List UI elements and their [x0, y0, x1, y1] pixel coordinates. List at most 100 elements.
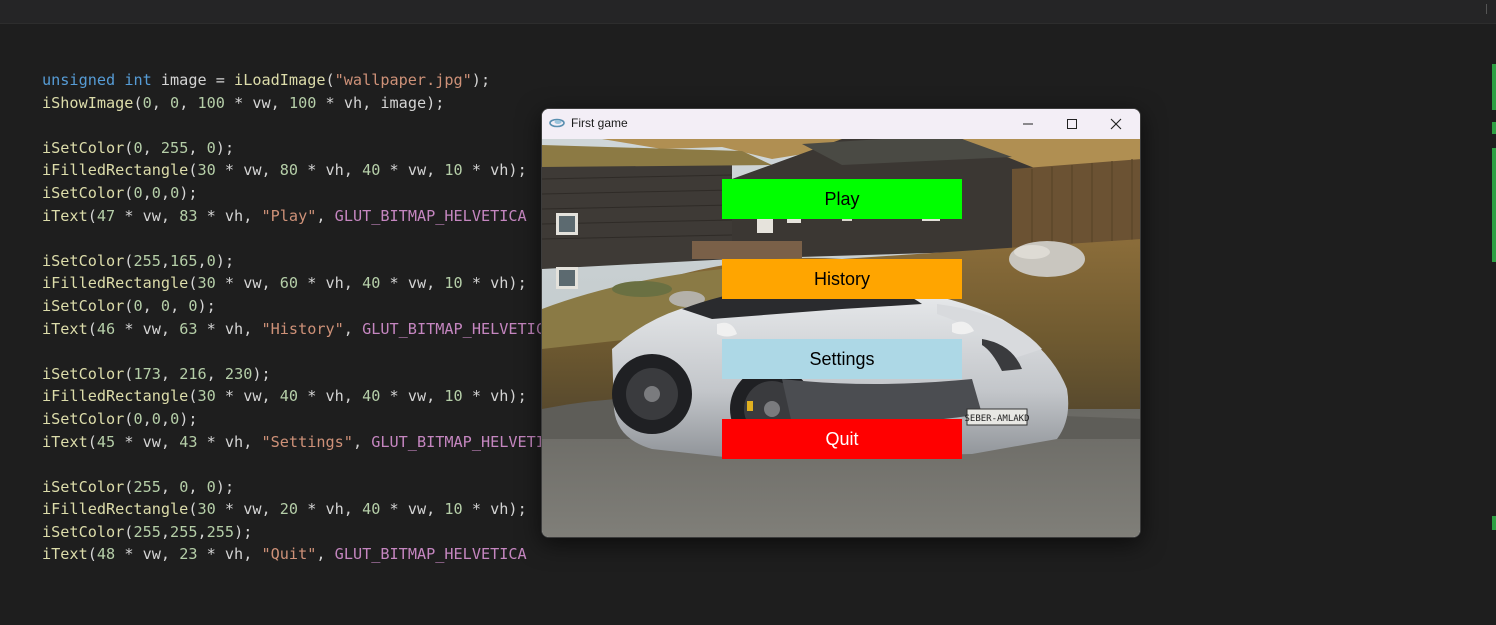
minimize-button[interactable] — [1006, 109, 1050, 139]
code-token: , — [160, 183, 171, 202]
code-line[interactable] — [42, 340, 563, 363]
code-line[interactable] — [42, 453, 563, 476]
code-token: iText — [42, 319, 88, 338]
code-token: 0 — [151, 183, 161, 202]
code-line[interactable]: iSetColor(0, 255, 0); — [42, 137, 563, 160]
settings-button[interactable]: Settings — [722, 339, 962, 379]
code-token: , — [206, 364, 225, 383]
code-token: ); — [234, 522, 253, 541]
code-line[interactable]: iFilledRectangle(30 * vw, 60 * vh, 40 * … — [42, 272, 563, 295]
code-token: * vh); — [462, 387, 527, 406]
code-token: 100 — [197, 93, 225, 112]
code-line[interactable] — [42, 114, 563, 137]
code-line[interactable]: iShowImage(0, 0, 100 * vw, 100 * vh, ima… — [42, 92, 563, 115]
close-button[interactable] — [1094, 109, 1138, 139]
code-token: * vh, — [298, 387, 363, 406]
code-token: 255 — [133, 522, 161, 541]
code-line[interactable]: iSetColor(255,165,0); — [42, 250, 563, 273]
code-token: * vw, — [215, 274, 280, 293]
code-token: GLUT_BITMAP_HELVETICA — [334, 545, 527, 564]
code-line[interactable]: unsigned int image = iLoadImage("wallpap… — [42, 69, 563, 92]
game-window[interactable]: First game SEBER-AMLAKD Play History Set… — [541, 108, 1141, 538]
code-token: "wallpaper.jpg" — [334, 71, 472, 89]
code-token: 30 — [197, 500, 216, 519]
code-token: iShowImage — [42, 93, 134, 112]
code-token: , — [197, 522, 207, 541]
code-token: ); — [179, 183, 198, 202]
code-token: * vh, image); — [316, 93, 445, 112]
code-token: , — [160, 522, 171, 541]
code-token: , — [142, 183, 152, 202]
code-line[interactable]: iFilledRectangle(30 * vw, 40 * vh, 40 * … — [42, 385, 563, 408]
svg-text:SEBER-AMLAKD: SEBER-AMLAKD — [964, 414, 1029, 424]
code-token: 0 — [160, 296, 171, 315]
code-line[interactable]: iFilledRectangle(30 * vw, 20 * vh, 40 * … — [42, 498, 563, 521]
code-token: ); — [179, 409, 198, 428]
code-line[interactable]: iText(47 * vw, 83 * vh, "Play", GLUT_BIT… — [42, 205, 563, 228]
code-token: unsigned — [42, 71, 116, 89]
code-token: * vw, — [380, 387, 445, 406]
game-canvas[interactable]: SEBER-AMLAKD Play History Settings Quit — [542, 139, 1140, 537]
code-token: 0 — [179, 477, 189, 496]
code-token: iSetColor — [42, 522, 125, 541]
code-token: , — [142, 138, 161, 157]
code-line[interactable]: iSetColor(173, 216, 230); — [42, 363, 563, 386]
code-line[interactable]: iSetColor(255,255,255); — [42, 521, 563, 544]
code-line[interactable]: iSetColor(0,0,0); — [42, 408, 563, 431]
history-button[interactable]: History — [722, 259, 962, 299]
code-line[interactable]: iSetColor(0,0,0); — [42, 182, 563, 205]
code-token: ( — [325, 71, 335, 89]
code-token: * vw, — [380, 161, 445, 180]
change-marker — [1492, 148, 1496, 262]
code-token: * vw, — [380, 274, 445, 293]
code-token: * vh, — [197, 206, 262, 225]
code-token: GLUT_BITMAP_HELVETICA — [362, 319, 555, 338]
code-token: * vh, — [197, 432, 262, 451]
code-token: 83 — [179, 206, 198, 225]
code-line[interactable]: iText(46 * vw, 63 * vh, "History", GLUT_… — [42, 318, 563, 341]
code-line[interactable] — [42, 227, 563, 250]
code-line[interactable]: iText(48 * vw, 23 * vh, "Quit", GLUT_BIT… — [42, 543, 563, 566]
code-line[interactable]: iFilledRectangle(30 * vw, 80 * vh, 40 * … — [42, 159, 563, 182]
code-token: 40 — [362, 274, 381, 293]
change-marker — [1492, 122, 1496, 134]
code-token: iSetColor — [42, 409, 125, 428]
code-token: 48 — [96, 545, 116, 564]
code-token: 40 — [362, 161, 381, 180]
code-token: 10 — [444, 161, 463, 180]
code-token: * vh, — [197, 319, 262, 338]
change-marker — [1492, 64, 1496, 110]
quit-button[interactable]: Quit — [722, 419, 962, 459]
code-token: 165 — [170, 251, 198, 270]
code-token: * vh, — [298, 274, 363, 293]
code-token: iFilledRectangle — [42, 274, 189, 293]
code-token: , — [142, 296, 161, 315]
scrollbar-markers[interactable] — [1490, 64, 1496, 624]
code-token: * vw, — [115, 545, 180, 564]
code-token: , — [352, 432, 372, 451]
code-token: 40 — [362, 387, 381, 406]
code-token: iFilledRectangle — [42, 161, 189, 180]
code-token: ); — [215, 251, 235, 270]
code-token: * vh); — [462, 274, 527, 293]
code-token: iSetColor — [42, 138, 125, 157]
code-token: 0 — [133, 409, 143, 428]
maximize-button[interactable] — [1050, 109, 1094, 139]
code-token: 255 — [160, 138, 189, 157]
code-text[interactable]: unsigned int image = iLoadImage("wallpap… — [42, 69, 563, 566]
code-line[interactable]: iSetColor(255, 0, 0); — [42, 476, 563, 499]
code-line[interactable]: iSetColor(0, 0, 0); — [42, 295, 563, 318]
code-token: , — [151, 93, 171, 112]
window-titlebar[interactable]: First game — [542, 109, 1140, 139]
code-token: 60 — [279, 274, 299, 293]
code-token: "Settings" — [261, 432, 353, 451]
code-token: 40 — [362, 500, 381, 519]
code-token: 0 — [133, 183, 143, 202]
code-token: ); — [252, 364, 271, 383]
code-token: , — [142, 409, 152, 428]
play-button[interactable]: Play — [722, 179, 962, 219]
code-token: 0 — [188, 296, 198, 315]
code-token: iFilledRectangle — [42, 500, 189, 519]
code-line[interactable]: iText(45 * vw, 43 * vh, "Settings", GLUT… — [42, 431, 563, 454]
top-bar-edge — [1486, 4, 1492, 14]
